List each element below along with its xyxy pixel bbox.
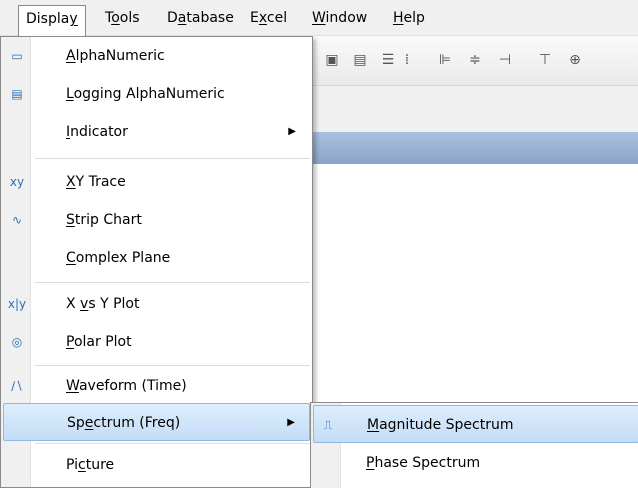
menu-separator	[35, 443, 310, 444]
toolbar-properties-icon[interactable]: ▤	[350, 50, 370, 70]
menu-item-logging-alphanumeric[interactable]: ▤ Logging AlphaNumeric	[3, 75, 310, 113]
toolbar-overflow-icon[interactable]: ⁞	[402, 50, 412, 70]
menu-item-polar-plot[interactable]: ◎ Polar Plot	[3, 323, 310, 361]
submenu-item-magnitude-spectrum[interactable]: ⎍ Magnitude Spectrum	[313, 405, 638, 443]
menu-separator	[35, 158, 310, 159]
menu-item-picture[interactable]: Picture	[3, 446, 310, 484]
workspace-band	[310, 86, 638, 132]
align-right-icon[interactable]: ⊣	[495, 50, 515, 70]
submenu-arrow-icon: ▶	[288, 126, 296, 137]
align-middle-icon[interactable]: ⊕	[565, 50, 585, 70]
strip-chart-icon: ∿	[11, 213, 23, 227]
submenu-item-phase-spectrum[interactable]: Phase Spectrum	[313, 444, 638, 482]
menu-separator	[35, 365, 310, 366]
submenu-arrow-icon: ▶	[287, 417, 295, 428]
menu-tools[interactable]: Tools	[98, 5, 147, 32]
polar-plot-icon: ◎	[11, 335, 23, 349]
logging-alphanumeric-icon: ▤	[11, 87, 23, 101]
magnitude-spectrum-icon: ⎍	[323, 418, 333, 432]
menu-item-alphanumeric[interactable]: ▭ AlphaNumeric	[3, 37, 310, 75]
menu-display[interactable]: Display	[18, 5, 86, 36]
menu-item-x-vs-y-plot[interactable]: x|y X vs Y Plot	[3, 285, 310, 323]
menu-excel[interactable]: Excel	[243, 5, 294, 32]
menu-item-xy-trace[interactable]: xy XY Trace	[3, 163, 310, 201]
alphanumeric-icon: ▭	[11, 49, 23, 63]
menu-item-strip-chart[interactable]: ∿ Strip Chart	[3, 201, 310, 239]
menu-item-spectrum-freq[interactable]: Spectrum (Freq) ▶	[3, 403, 310, 441]
xy-trace-icon: xy	[9, 175, 25, 189]
display-menu: ▭ AlphaNumeric ▤ Logging AlphaNumeric In…	[0, 36, 313, 488]
waveform-icon: ∕∖	[11, 379, 23, 393]
window-title-bar	[310, 132, 638, 164]
menu-separator	[35, 282, 310, 283]
menu-item-waveform-time[interactable]: ∕∖ Waveform (Time)	[3, 367, 310, 405]
spectrum-submenu: ⎍ Magnitude Spectrum Phase Spectrum	[310, 402, 638, 488]
menu-item-indicator[interactable]: Indicator ▶	[3, 113, 310, 151]
x-vs-y-plot-icon: x|y	[7, 297, 27, 311]
toolbar-list-icon[interactable]: ☰	[378, 50, 398, 70]
menu-database[interactable]: Database	[160, 5, 241, 32]
menu-item-complex-plane[interactable]: Complex Plane	[3, 239, 310, 277]
menu-window[interactable]: Window	[305, 5, 374, 32]
align-left-icon[interactable]: ⊫	[435, 50, 455, 70]
align-top-icon[interactable]: ⊤	[535, 50, 555, 70]
align-center-icon[interactable]: ≑	[465, 50, 485, 70]
toolbar-chart-icon[interactable]: ▣	[322, 50, 342, 70]
menu-bar: Display Tools Database Excel Window Help	[0, 0, 638, 36]
menu-help[interactable]: Help	[386, 5, 432, 32]
toolbar: ▣ ▤ ☰ ⁞ ⊫ ≑ ⊣ ⊤ ⊕	[310, 36, 638, 86]
